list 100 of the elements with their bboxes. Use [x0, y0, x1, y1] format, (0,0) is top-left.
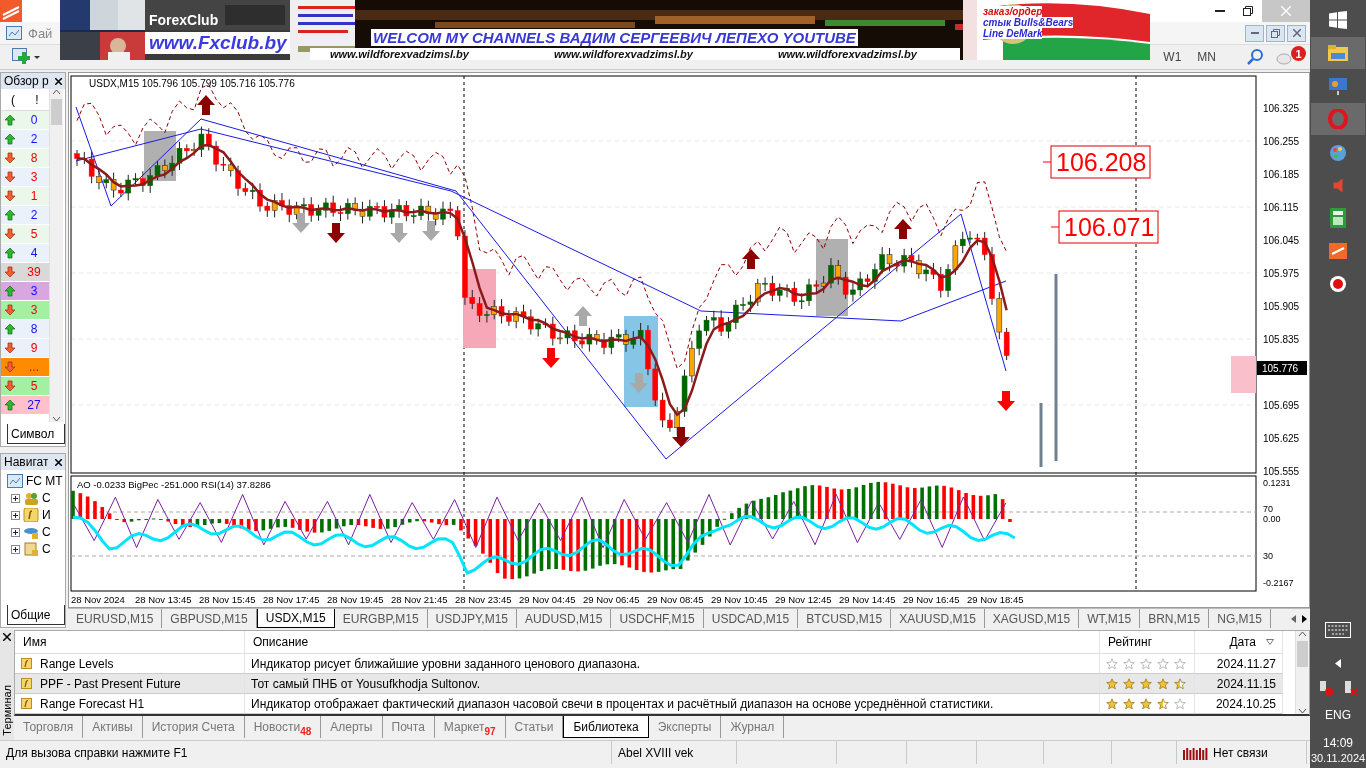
terminal-tab[interactable]: Почта: [382, 716, 435, 738]
price-tick: 105.975: [1263, 268, 1300, 279]
tree-item[interactable]: С: [42, 525, 51, 539]
market-row[interactable]: 3: [1, 168, 49, 187]
market-row[interactable]: 4: [1, 244, 49, 263]
tree-item[interactable]: С: [42, 491, 51, 505]
chart-tab[interactable]: XAGUSD,M15: [984, 609, 1080, 628]
terminal-tab[interactable]: История Счета: [142, 716, 245, 738]
spread-value: 2: [29, 208, 39, 222]
table-cell: 2024.11.15: [1195, 674, 1283, 694]
market-row[interactable]: 5: [1, 225, 49, 244]
price-tick: 106.255: [1263, 136, 1300, 147]
table-cell: Индикатор рисует ближайшие уровни заданного ценового диапазона.: [245, 654, 1100, 674]
terminal-title: Терминал: [1, 685, 13, 736]
period-button[interactable]: W1: [1157, 48, 1188, 66]
chart-tab[interactable]: NG,M15: [1209, 609, 1271, 628]
spread-value: 2: [29, 132, 39, 146]
chart-tab[interactable]: EURUSD,M15: [68, 609, 163, 628]
spread-value: 3: [29, 170, 39, 184]
tree-item[interactable]: И: [42, 508, 51, 522]
spread-value: 4: [29, 246, 39, 260]
panel-tab[interactable]: Символ: [7, 424, 65, 444]
tree-item[interactable]: С: [42, 542, 51, 556]
market-row[interactable]: 2: [1, 130, 49, 149]
spread-value: 3: [29, 284, 39, 298]
column-header: (: [10, 92, 16, 109]
terminal-tab[interactable]: Библиотека: [563, 716, 649, 738]
spread-value: 5: [29, 379, 39, 393]
count-label: 48: [300, 726, 312, 737]
language-indicator[interactable]: ENG: [1325, 708, 1351, 722]
current-price-tag: 105.776: [1257, 361, 1307, 375]
table-cell: Тот самый ПНБ от Yousufkhodja Sultonov.: [245, 674, 1100, 694]
chart-tab[interactable]: AUDUSD,M15: [517, 609, 612, 628]
chart-tab[interactable]: USDX,M15: [256, 609, 335, 628]
chart-tab[interactable]: EURGBP,M15: [334, 609, 428, 628]
price-tick: 105.695: [1263, 400, 1300, 411]
price-tick: 106.045: [1263, 235, 1300, 246]
clock-time[interactable]: 14:09: [1323, 736, 1353, 750]
terminal-tab[interactable]: Эксперты: [648, 716, 722, 738]
time-label: 28 Nov 21:45: [391, 594, 448, 605]
count-label: 97: [484, 726, 496, 737]
panel-title: Навигат: [4, 455, 49, 469]
time-label: 29 Nov 16:45: [903, 594, 960, 605]
time-label: 28 Nov 17:45: [263, 594, 320, 605]
chart-tab[interactable]: USDCHF,M15: [611, 609, 704, 628]
time-label: 28 Nov 15:45: [199, 594, 256, 605]
time-label: 28 Nov 23:45: [455, 594, 512, 605]
level-label: 106.208: [1042, 145, 1151, 179]
panel-title: Обзор р: [4, 74, 49, 88]
time-label: 28 Nov 13:45: [135, 594, 192, 605]
terminal-tab[interactable]: Алерты: [321, 716, 383, 738]
clock-date[interactable]: 30.11.2024: [1310, 752, 1366, 764]
table-cell: 2024.11.27: [1195, 654, 1283, 674]
spread-value: 0: [29, 113, 39, 127]
terminal-tab[interactable]: Торговля: [14, 716, 84, 738]
banner-note: стык Bulls&Bears: [983, 17, 1074, 28]
price-tick: 105.835: [1263, 334, 1300, 345]
chart-tab[interactable]: XAUUSD,M15: [891, 609, 985, 628]
spread-value: ...: [28, 360, 40, 374]
chart-tab[interactable]: USDCAD,M15: [703, 609, 799, 628]
time-label: 29 Nov 18:45: [967, 594, 1024, 605]
indicator-header: AO -0.0233 BigPec -251.000 RSI(14) 37.8286: [77, 479, 271, 490]
spread-value: 8: [29, 151, 39, 165]
price-tick: 106.325: [1263, 103, 1300, 114]
spread-value: 8: [29, 322, 39, 336]
price-tick: 106.115: [1263, 202, 1299, 213]
status-text: Abel XVIII vek: [618, 745, 694, 760]
spread-value: 3: [29, 303, 39, 317]
table-cell[interactable]: Range Levels: [15, 654, 245, 674]
panel-tab[interactable]: Общие: [7, 605, 65, 625]
messages-button[interactable]: 1: [1274, 47, 1304, 67]
time-label: 29 Nov 12:45: [775, 594, 832, 605]
market-row[interactable]: 27: [1, 396, 49, 415]
chart-tab[interactable]: GBPUSD,M15: [162, 609, 257, 628]
market-row[interactable]: 8: [1, 149, 49, 168]
spread-value: 9: [29, 341, 39, 355]
tree-item[interactable]: FC MT: [7, 474, 65, 488]
time-label: 28 Nov 19:45: [327, 594, 384, 605]
chart-tab[interactable]: USDJPY,M15: [427, 609, 518, 628]
notification-badge: 1: [1291, 46, 1306, 61]
time-label: 29 Nov 10:45: [711, 594, 768, 605]
market-row[interactable]: 1: [1, 187, 49, 206]
chart-tab[interactable]: BTCUSD,M15: [798, 609, 892, 628]
market-row[interactable]: 2: [1, 206, 49, 225]
terminal-tab[interactable]: Журнал: [721, 716, 785, 738]
market-row[interactable]: 9: [1, 339, 49, 358]
table-cell[interactable]: PPF - Past Present Future: [15, 674, 245, 694]
market-row[interactable]: 8: [1, 320, 49, 339]
table-cell[interactable]: Range Forecast H1: [15, 694, 245, 714]
spread-value: 39: [26, 265, 42, 279]
terminal-tab[interactable]: Активы: [83, 716, 143, 738]
market-row[interactable]: 3: [1, 282, 49, 301]
time-label: 29 Nov 04:45: [519, 594, 576, 605]
price-tick: 105.625: [1263, 433, 1300, 444]
period-button[interactable]: MN: [1191, 48, 1222, 66]
chart-tab[interactable]: WT,M15: [1079, 609, 1141, 628]
market-row[interactable]: 0: [1, 111, 49, 130]
chart-tab[interactable]: BRN,M15: [1140, 609, 1210, 628]
spread-value: 5: [29, 227, 39, 241]
level-label: 106.071: [1050, 210, 1159, 244]
